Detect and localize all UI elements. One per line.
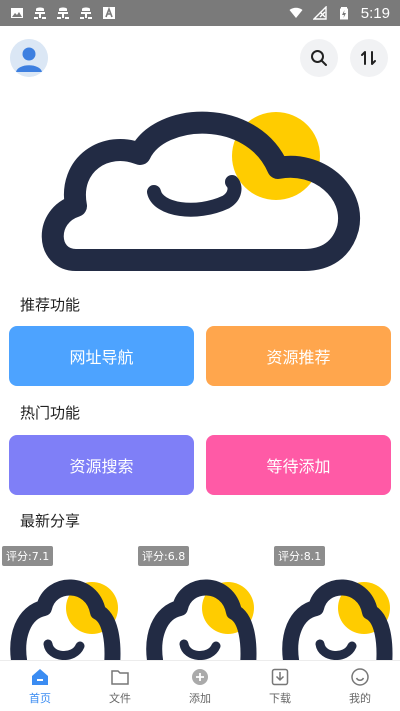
nav-home[interactable]: 首页 [0, 661, 80, 711]
share-thumbnail [10, 579, 121, 660]
download-icon [271, 668, 289, 685]
nav-mine[interactable]: 我的 [320, 661, 400, 711]
hot-section-title: 热门功能 [20, 404, 81, 422]
a-box-icon [103, 6, 115, 19]
resource-recommend-button[interactable]: 资源推荐 [206, 326, 391, 386]
wifi-icon [289, 7, 303, 18]
nav-mine-label: 我的 [349, 691, 371, 705]
nav-files[interactable]: 文件 [80, 661, 160, 711]
add-circle-icon [192, 668, 208, 685]
bottom-nav: 首页 文件 添加 下载 我的 [0, 660, 400, 711]
nav-files-label: 文件 [109, 691, 131, 705]
rating-badge: 评分:7.1 [2, 546, 54, 566]
smile-icon [351, 667, 369, 686]
wait-add-button[interactable]: 等待添加 [206, 435, 391, 495]
search-button[interactable] [300, 39, 338, 77]
user-avatar-icon[interactable] [10, 39, 48, 77]
nav-download[interactable]: 下载 [240, 661, 320, 711]
status-right-icons: 5:19 [289, 5, 390, 22]
recommend-section-title: 推荐功能 [20, 296, 81, 314]
bug-icon [57, 7, 69, 19]
top-header [0, 38, 400, 80]
app-logo [41, 111, 361, 271]
rating-badge: 评分:8.1 [274, 546, 326, 566]
nav-home-label: 首页 [29, 691, 51, 705]
sort-button[interactable] [350, 39, 388, 77]
nav-add[interactable]: 添加 [160, 661, 240, 711]
status-bar: 5:19 [0, 0, 400, 26]
status-left-icons [10, 6, 116, 20]
status-time: 5:19 [360, 4, 390, 22]
home-icon [32, 668, 48, 685]
bug-icon [34, 7, 46, 19]
share-card[interactable]: 评分:8.1 [272, 546, 398, 660]
nav-download-label: 下载 [269, 691, 291, 705]
sort-icon [361, 51, 376, 65]
share-thumbnail [282, 579, 393, 660]
battery-icon [339, 7, 348, 20]
url-nav-button[interactable]: 网址导航 [9, 326, 194, 386]
bug-icon [80, 7, 92, 19]
nav-add-label: 添加 [189, 691, 211, 705]
latest-section-title: 最新分享 [20, 512, 81, 530]
image-icon [11, 8, 23, 18]
folder-icon [111, 669, 129, 685]
search-icon [311, 50, 327, 66]
rating-badge: 评分:6.8 [138, 546, 190, 566]
resource-search-button[interactable]: 资源搜索 [9, 435, 194, 495]
share-card[interactable]: 评分:6.8 [136, 546, 262, 660]
share-card[interactable]: 评分:7.1 [0, 546, 126, 660]
signal-off-icon [312, 6, 327, 20]
share-thumbnail [146, 579, 257, 660]
